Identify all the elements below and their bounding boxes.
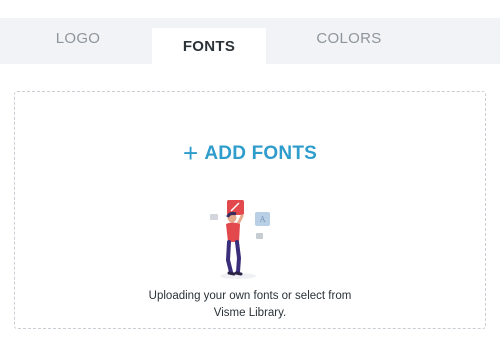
- brand-kit-panel: LOGO FONTS COLORS + ADD FONTS A Uploading…: [0, 0, 500, 350]
- add-fonts-button[interactable]: + ADD FONTS: [0, 138, 500, 169]
- person-shirt: [226, 222, 240, 242]
- tab-colors[interactable]: COLORS: [288, 12, 410, 64]
- small-card-icon: [210, 214, 218, 220]
- small-card-icon: [256, 233, 263, 239]
- caption-line-2: Visme Library.: [213, 307, 287, 319]
- dropzone-caption: Uploading your own fonts or select from …: [0, 288, 500, 322]
- tab-logo[interactable]: LOGO: [18, 12, 138, 64]
- person-holding-font-cards-illustration: A: [210, 200, 270, 279]
- add-fonts-label: ADD FONTS: [204, 143, 318, 164]
- plus-icon: +: [182, 138, 199, 168]
- svg-text:A: A: [259, 215, 266, 224]
- caption-line-1: Uploading your own fonts or select from: [148, 290, 352, 302]
- tab-fonts[interactable]: FONTS: [152, 28, 266, 64]
